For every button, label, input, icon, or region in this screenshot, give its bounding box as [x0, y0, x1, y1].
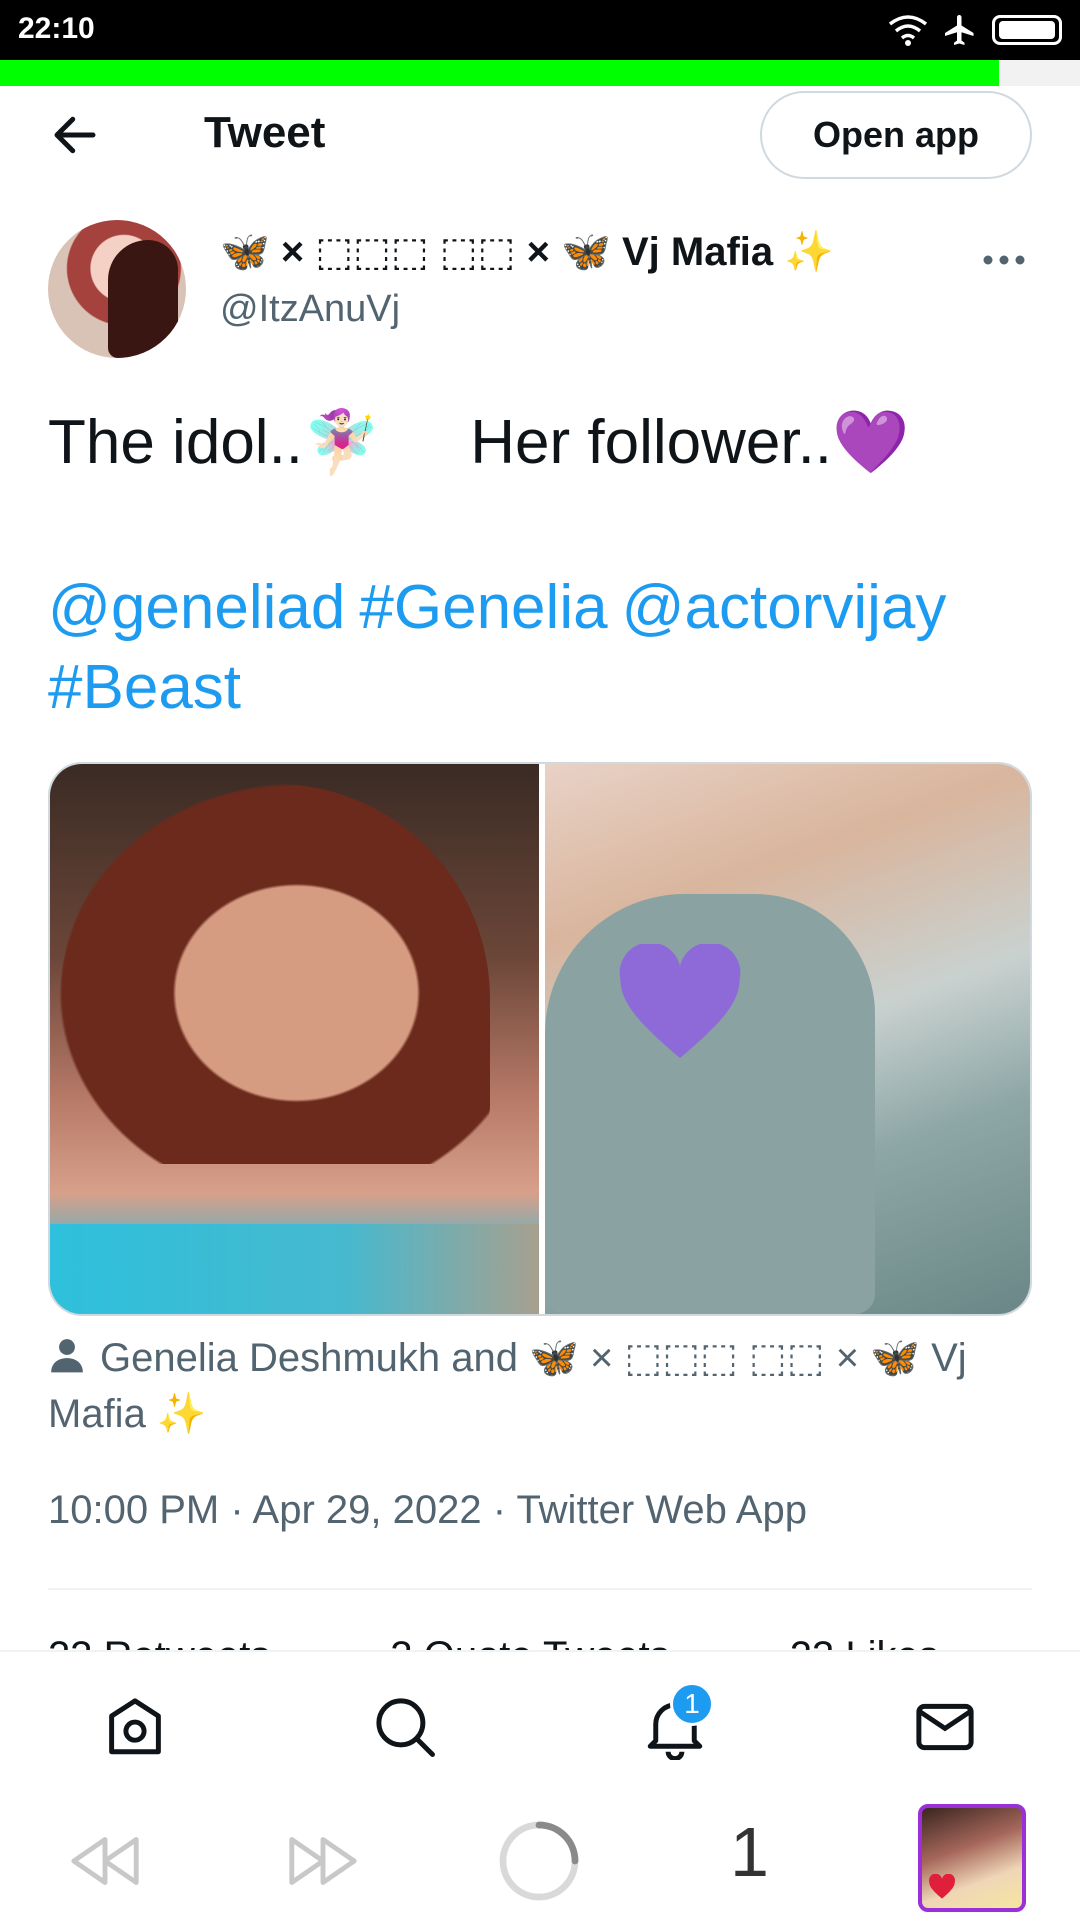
- nav-notifications[interactable]: 1: [630, 1682, 720, 1772]
- tweet-media-grid: [48, 762, 1032, 1316]
- back-arrow-icon: [54, 116, 96, 154]
- wifi-icon: [888, 15, 928, 46]
- hashtag-link[interactable]: #Genelia: [359, 573, 607, 642]
- search-icon: [376, 1698, 435, 1757]
- purple-heart-icon: [619, 944, 741, 1059]
- more-dots-icon: [983, 255, 1025, 265]
- author-handle[interactable]: @ItzAnuVj: [220, 288, 400, 331]
- page-load-progress-fill: [0, 60, 999, 86]
- open-app-button[interactable]: Open app: [760, 91, 1032, 179]
- tweet-timestamp[interactable]: 10:00 PM · Apr 29, 2022 · Twitter Web Ap…: [48, 1488, 807, 1533]
- rewind-icon: [71, 1837, 139, 1885]
- browser-toolbar: 1: [0, 1802, 1080, 1920]
- nav-explore[interactable]: [360, 1682, 450, 1772]
- airplane-icon: [945, 15, 974, 45]
- nav-home[interactable]: [90, 1682, 180, 1772]
- status-icons: [888, 12, 1062, 48]
- person-icon: [51, 1339, 83, 1373]
- tagged-people-text: Genelia Deshmukh and 🦋 × ⬚⬚⬚ ⬚⬚ × 🦋 Vj M…: [48, 1336, 967, 1436]
- tab-count[interactable]: 1: [730, 1812, 769, 1892]
- fast-forward-icon: [289, 1837, 357, 1885]
- top-header: Tweet Open app: [0, 86, 1080, 182]
- browser-back-button[interactable]: [60, 1816, 150, 1906]
- mail-icon: [916, 1703, 974, 1751]
- page-title: Tweet: [204, 108, 326, 157]
- mention-link[interactable]: @geneliad: [48, 573, 345, 642]
- tweet-text-part1: The idol..🧚🏻‍♀️: [48, 408, 381, 477]
- tweet-photo-2[interactable]: [545, 764, 1030, 1314]
- more-options-button[interactable]: [982, 232, 1026, 277]
- heart-icon: [929, 1874, 955, 1899]
- tab-thumbnail[interactable]: [918, 1804, 1026, 1912]
- back-button[interactable]: [48, 108, 102, 162]
- notifications-badge: 1: [670, 1682, 714, 1726]
- nav-messages[interactable]: [900, 1682, 990, 1772]
- page-load-progress: [0, 60, 1080, 86]
- status-bar: 22:10: [0, 0, 1080, 60]
- tweet-text: The idol..🧚🏻‍♀️ Her follower..💜: [48, 406, 909, 479]
- bottom-nav: 1: [0, 1650, 1080, 1802]
- tagged-people[interactable]: Genelia Deshmukh and 🦋 × ⬚⬚⬚ ⬚⬚ × 🦋 Vj M…: [48, 1330, 1038, 1442]
- hashtag-link[interactable]: #Beast: [48, 653, 241, 722]
- browser-loading-button[interactable]: [494, 1816, 584, 1906]
- browser-forward-button[interactable]: [278, 1816, 368, 1906]
- tweet-photo-1[interactable]: [50, 764, 539, 1314]
- tweet-text-part2: Her follower..💜: [470, 408, 910, 477]
- status-time: 22:10: [18, 12, 95, 45]
- author-display-name[interactable]: 🦋 × ⬚⬚⬚ ⬚⬚ × 🦋 Vj Mafia ✨: [220, 228, 834, 275]
- author-avatar[interactable]: [48, 220, 186, 358]
- battery-icon: [992, 15, 1062, 45]
- home-icon: [109, 1698, 161, 1755]
- loading-spinner-icon: [499, 1821, 579, 1901]
- tweet-mentions: @geneliad #Genelia @actorvijay #Beast: [48, 568, 1038, 728]
- divider: [48, 1588, 1032, 1590]
- mention-link[interactable]: @actorvijay: [622, 573, 947, 642]
